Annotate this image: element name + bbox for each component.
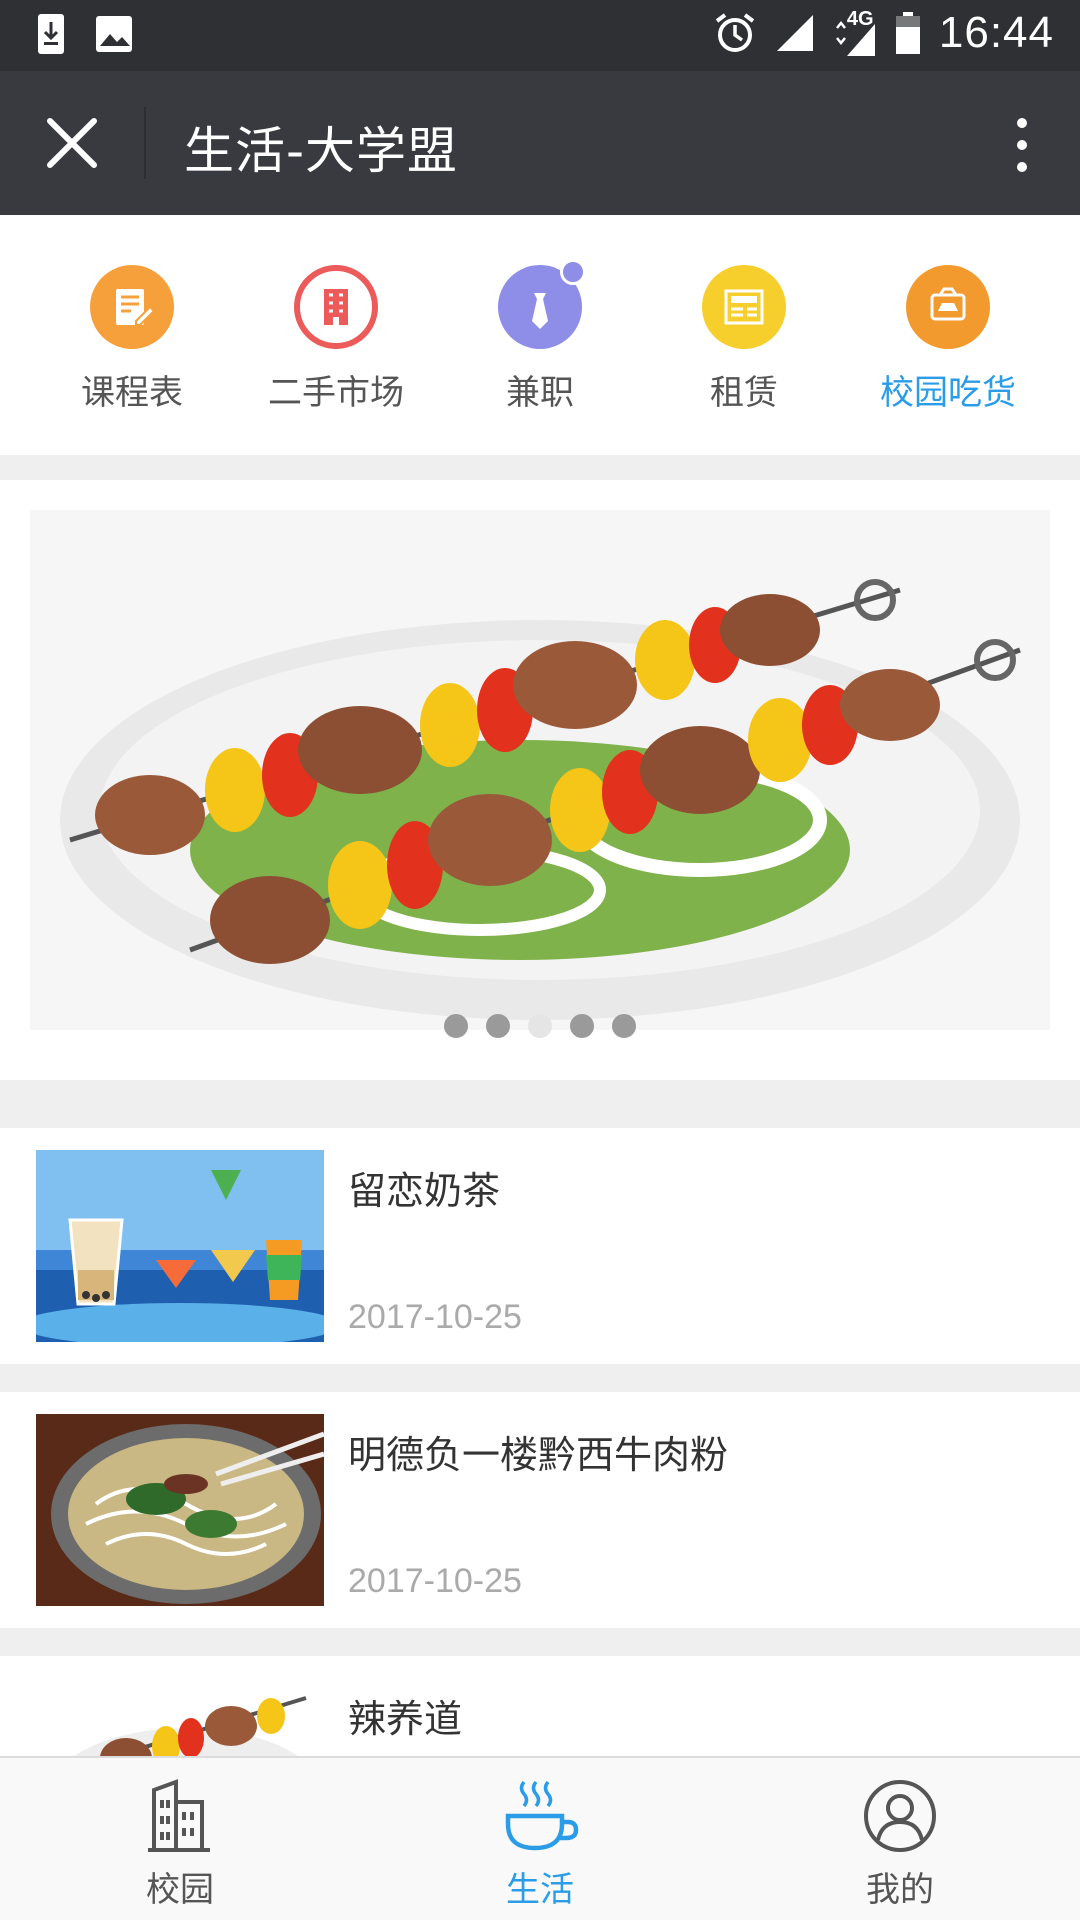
category-second-hand[interactable]: 二手市场 [234, 265, 438, 414]
mobile-signal-icon [835, 20, 875, 56]
item-title: 留恋奶茶 [348, 1169, 501, 1213]
list-item[interactable]: 明德负一楼黔西牛肉粉 2017-10-25 [0, 1392, 1080, 1628]
user-icon [864, 1780, 936, 1852]
bottom-tab-bar: 校园 生活 我的 [0, 1756, 1080, 1920]
clock: 16:44 [938, 8, 1054, 57]
schedule-icon [90, 265, 174, 349]
page-title: 生活-大学盟 [184, 122, 459, 180]
tab-label: 我的 [866, 1870, 934, 1910]
item-thumbnail [36, 1414, 324, 1606]
item-date: 2017-10-25 [348, 1562, 522, 1600]
category-label: 二手市场 [268, 373, 404, 413]
category-schedule[interactable]: 课程表 [30, 265, 234, 414]
coffee-cup-icon [505, 1780, 579, 1851]
carousel-dot[interactable] [444, 1014, 468, 1038]
carousel-dot[interactable] [612, 1014, 636, 1038]
tab-life[interactable]: 生活 [360, 1776, 720, 1911]
category-campus-food[interactable]: 校园吃货 [846, 265, 1050, 414]
title-divider [144, 107, 146, 179]
banner-carousel[interactable] [0, 480, 1080, 1080]
tab-mine[interactable]: 我的 [720, 1776, 1080, 1911]
tab-label: 校园 [146, 1870, 214, 1910]
category-label: 课程表 [81, 373, 183, 413]
close-icon[interactable] [40, 111, 104, 175]
category-label: 校园吃货 [880, 373, 1016, 413]
list-item[interactable]: 留恋奶茶 2017-10-25 [0, 1128, 1080, 1364]
category-label: 兼职 [506, 373, 574, 413]
tab-label: 生活 [506, 1870, 574, 1910]
carousel-indicators [0, 1014, 1080, 1038]
more-options-icon[interactable] [1004, 115, 1040, 175]
alarm-icon [715, 13, 755, 52]
item-date: 2017-10-25 [348, 1298, 522, 1336]
car-icon [906, 265, 990, 349]
carousel-dot[interactable] [486, 1014, 510, 1038]
carousel-dot[interactable] [570, 1014, 594, 1038]
banner-image [0, 480, 1080, 1080]
carousel-dot-active[interactable] [528, 1014, 552, 1038]
image-icon [96, 16, 132, 52]
category-rental[interactable]: 租赁 [642, 265, 846, 414]
tie-icon [498, 259, 586, 349]
title-bar: 生活-大学盟 [0, 71, 1080, 215]
item-thumbnail [36, 1150, 324, 1342]
category-row: 课程表 二手市场 兼职 租赁 校园吃货 [0, 215, 1080, 455]
category-label: 租赁 [710, 373, 778, 413]
building-icon [294, 265, 378, 349]
newspaper-icon [702, 265, 786, 349]
download-icon [38, 14, 64, 54]
item-title: 明德负一楼黔西牛肉粉 [348, 1433, 729, 1477]
tab-campus[interactable]: 校园 [0, 1776, 360, 1911]
category-part-time[interactable]: 兼职 [438, 259, 642, 414]
status-bar: 4G 16:44 [0, 0, 1080, 71]
battery-icon [895, 12, 920, 54]
clock-badge-icon [560, 259, 586, 285]
item-title: 辣养道 [348, 1697, 463, 1741]
building-icon [148, 1779, 210, 1852]
signal-icon [776, 15, 813, 51]
